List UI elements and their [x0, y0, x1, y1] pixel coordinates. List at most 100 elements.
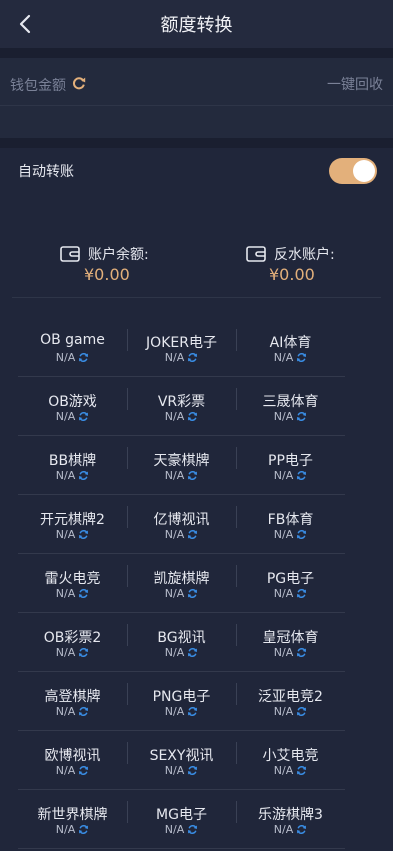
refresh-icon[interactable] [296, 706, 307, 717]
refresh-icon[interactable] [78, 647, 89, 658]
platform-balance-value: N/A [273, 764, 294, 777]
column-separator [127, 565, 128, 587]
refresh-icon[interactable] [78, 411, 89, 422]
platform-item[interactable]: 凯旋棋牌 N/A [127, 554, 236, 613]
refresh-icon[interactable] [187, 765, 198, 776]
platform-grid: OB game N/A JOKER电子 N/A AI体育 N/A OB游戏 N/A VR彩票 N/… [18, 318, 345, 849]
platform-balance: N/A [236, 705, 345, 718]
divider-band [0, 48, 393, 58]
refresh-icon[interactable] [187, 529, 198, 540]
platform-item[interactable]: 三晟体育 N/A [236, 377, 345, 436]
platform-item[interactable]: OB游戏 N/A [18, 377, 127, 436]
refresh-icon[interactable] [187, 824, 198, 835]
platform-balance-value: N/A [55, 587, 76, 600]
platform-item[interactable]: 高登棋牌 N/A [18, 672, 127, 731]
platform-balance-value: N/A [164, 587, 185, 600]
refresh-icon[interactable] [296, 352, 307, 363]
refresh-icon[interactable] [187, 352, 198, 363]
platform-item[interactable]: PP电子 N/A [236, 436, 345, 495]
platform-item[interactable]: MG电子 N/A [127, 790, 236, 849]
platform-item[interactable]: JOKER电子 N/A [127, 318, 236, 377]
divider [12, 297, 381, 298]
platform-balance: N/A [127, 351, 236, 364]
platform-item[interactable]: PNG电子 N/A [127, 672, 236, 731]
refresh-icon[interactable] [187, 470, 198, 481]
platform-item[interactable]: 小艾电竞 N/A [236, 731, 345, 790]
refresh-icon[interactable] [187, 647, 198, 658]
platform-item[interactable]: BG视讯 N/A [127, 613, 236, 672]
platform-item[interactable]: OB彩票2 N/A [18, 613, 127, 672]
platform-row: OB游戏 N/A VR彩票 N/A 三晟体育 N/A [18, 377, 345, 436]
platform-row: 新世界棋牌 N/A MG电子 N/A 乐游棋牌3 N/A [18, 790, 345, 849]
refresh-icon[interactable] [296, 411, 307, 422]
platform-balance-value: N/A [273, 528, 294, 541]
one-click-recover-button[interactable]: 一键回收 [327, 74, 383, 94]
column-separator [236, 388, 237, 410]
platform-balance-value: N/A [273, 469, 294, 482]
platform-balance: N/A [127, 410, 236, 423]
refresh-icon[interactable] [187, 588, 198, 599]
auto-transfer-toggle[interactable] [329, 158, 377, 184]
platform-balance-value: N/A [55, 764, 76, 777]
column-separator [236, 624, 237, 646]
refresh-icon[interactable] [187, 411, 198, 422]
refresh-icon[interactable] [78, 588, 89, 599]
platform-item[interactable]: BB棋牌 N/A [18, 436, 127, 495]
platform-item[interactable]: FB体育 N/A [236, 495, 345, 554]
platform-item[interactable]: 新世界棋牌 N/A [18, 790, 127, 849]
column-separator [127, 329, 128, 351]
platform-name: FB体育 [267, 512, 314, 528]
platform-balance: N/A [127, 764, 236, 777]
platform-item[interactable]: 泛亚电竞2 N/A [236, 672, 345, 731]
refresh-icon[interactable] [296, 470, 307, 481]
wallet-row: 钱包金额 一键回收 [0, 58, 393, 106]
platform-item[interactable]: OB game N/A [18, 318, 127, 377]
refresh-icon[interactable] [72, 75, 86, 90]
refresh-icon[interactable] [78, 765, 89, 776]
refresh-icon[interactable] [187, 706, 198, 717]
platform-item[interactable]: 欧博视讯 N/A [18, 731, 127, 790]
refresh-icon[interactable] [296, 588, 307, 599]
platform-item[interactable]: PG电子 N/A [236, 554, 345, 613]
refresh-icon[interactable] [296, 647, 307, 658]
refresh-icon[interactable] [78, 470, 89, 481]
platform-item[interactable]: 亿博视讯 N/A [127, 495, 236, 554]
refresh-icon[interactable] [78, 824, 89, 835]
platform-name: 天豪棋牌 [153, 453, 210, 469]
refresh-icon[interactable] [78, 706, 89, 717]
refresh-icon[interactable] [78, 529, 89, 540]
platform-balance: N/A [236, 587, 345, 600]
column-separator [127, 801, 128, 823]
platform-balance: N/A [127, 587, 236, 600]
platform-balance: N/A [236, 469, 345, 482]
platform-item[interactable]: 乐游棋牌3 N/A [236, 790, 345, 849]
column-separator [236, 801, 237, 823]
platform-balance-value: N/A [273, 823, 294, 836]
refresh-icon[interactable] [296, 529, 307, 540]
column-separator [127, 683, 128, 705]
divider-band [0, 138, 393, 148]
platform-item[interactable]: AI体育 N/A [236, 318, 345, 377]
platform-item[interactable]: 皇冠体育 N/A [236, 613, 345, 672]
platform-item[interactable]: 雷火电竞 N/A [18, 554, 127, 613]
platform-balance: N/A [18, 587, 127, 600]
platform-item[interactable]: 天豪棋牌 N/A [127, 436, 236, 495]
platform-balance-value: N/A [55, 646, 76, 659]
wallet-spacer [0, 106, 393, 138]
refresh-icon[interactable] [78, 352, 89, 363]
platform-row: BB棋牌 N/A 天豪棋牌 N/A PP电子 N/A [18, 436, 345, 495]
platform-balance-value: N/A [55, 705, 76, 718]
wallet-amount-label: 钱包金额 [10, 78, 66, 94]
platform-balance: N/A [18, 351, 127, 364]
refresh-icon[interactable] [296, 765, 307, 776]
platform-item[interactable]: 开元棋牌2 N/A [18, 495, 127, 554]
platform-row: 高登棋牌 N/A PNG电子 N/A 泛亚电竞2 N/A [18, 672, 345, 731]
platform-balance: N/A [236, 351, 345, 364]
platform-name: PNG电子 [152, 689, 211, 705]
platform-item[interactable]: VR彩票 N/A [127, 377, 236, 436]
account-balance: 账户余额: ¥0.00 [60, 244, 149, 284]
platform-item[interactable]: SEXY视讯 N/A [127, 731, 236, 790]
column-separator [236, 683, 237, 705]
platform-name: 新世界棋牌 [37, 807, 108, 823]
refresh-icon[interactable] [296, 824, 307, 835]
